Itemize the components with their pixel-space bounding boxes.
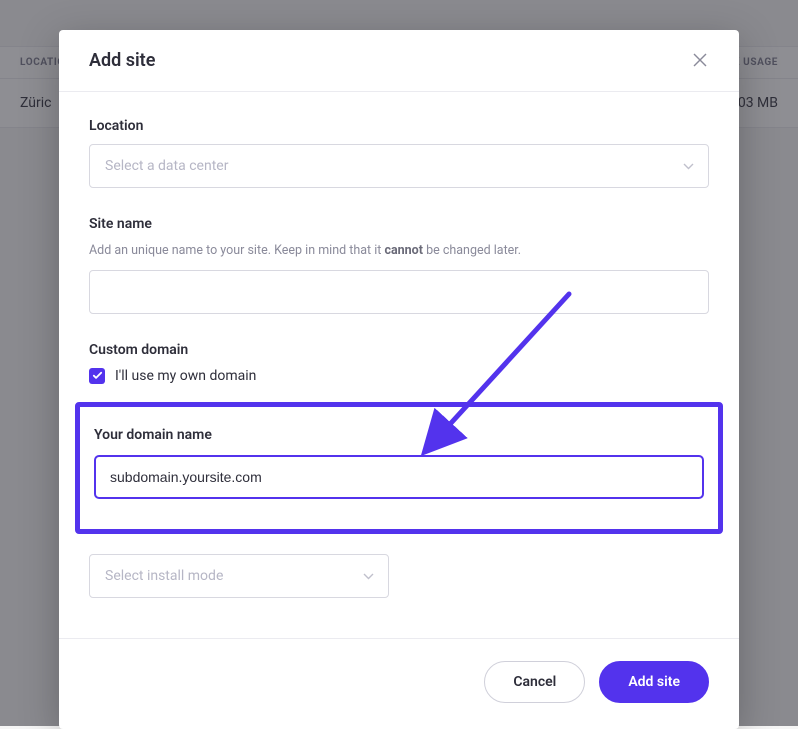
location-placeholder: Select a data center bbox=[105, 158, 228, 174]
own-domain-checkbox-label: I'll use my own domain bbox=[115, 368, 256, 384]
location-label: Location bbox=[89, 118, 709, 134]
cancel-button[interactable]: Cancel bbox=[484, 661, 585, 703]
your-domain-input[interactable] bbox=[110, 469, 688, 485]
location-select[interactable]: Select a data center bbox=[89, 144, 709, 188]
sitename-hint-post: be changed later. bbox=[423, 243, 521, 258]
modal-body: Location Select a data center Site name … bbox=[59, 92, 739, 638]
modal-title: Add site bbox=[89, 50, 155, 71]
sitename-input[interactable] bbox=[105, 284, 693, 300]
add-site-modal: Add site Location Select a data center S… bbox=[59, 30, 739, 729]
modal-footer: Cancel Add site bbox=[59, 638, 739, 729]
your-domain-label: Your domain name bbox=[94, 427, 704, 443]
sitename-hint-bold: cannot bbox=[384, 243, 423, 258]
sitename-label: Site name bbox=[89, 216, 709, 232]
add-site-button-label: Add site bbox=[628, 674, 680, 690]
custom-domain-field: Custom domain I'll use my own domain bbox=[89, 342, 709, 384]
install-mode-select[interactable]: Select install mode bbox=[89, 554, 389, 598]
custom-domain-label: Custom domain bbox=[89, 342, 709, 358]
add-site-button[interactable]: Add site bbox=[599, 661, 709, 703]
cancel-button-label: Cancel bbox=[513, 674, 556, 690]
own-domain-checkbox[interactable] bbox=[89, 368, 105, 384]
sitename-hint: Add an unique name to your site. Keep in… bbox=[89, 242, 709, 260]
install-mode-placeholder: Select install mode bbox=[105, 568, 223, 584]
own-domain-row: I'll use my own domain bbox=[89, 368, 709, 384]
sitename-input-wrap bbox=[89, 270, 709, 314]
modal-header: Add site bbox=[59, 30, 739, 92]
location-field: Location Select a data center bbox=[89, 118, 709, 188]
chevron-down-icon bbox=[683, 158, 694, 174]
check-icon bbox=[92, 370, 103, 381]
your-domain-input-wrap bbox=[94, 455, 704, 499]
chevron-down-icon bbox=[363, 568, 374, 584]
sitename-field: Site name Add an unique name to your sit… bbox=[89, 216, 709, 314]
sitename-hint-pre: Add an unique name to your site. Keep in… bbox=[89, 243, 384, 258]
close-button[interactable] bbox=[693, 53, 709, 69]
install-mode-field: Select install mode bbox=[89, 554, 709, 598]
annotation-highlight-box: Your domain name bbox=[75, 402, 723, 534]
close-icon bbox=[693, 53, 707, 67]
